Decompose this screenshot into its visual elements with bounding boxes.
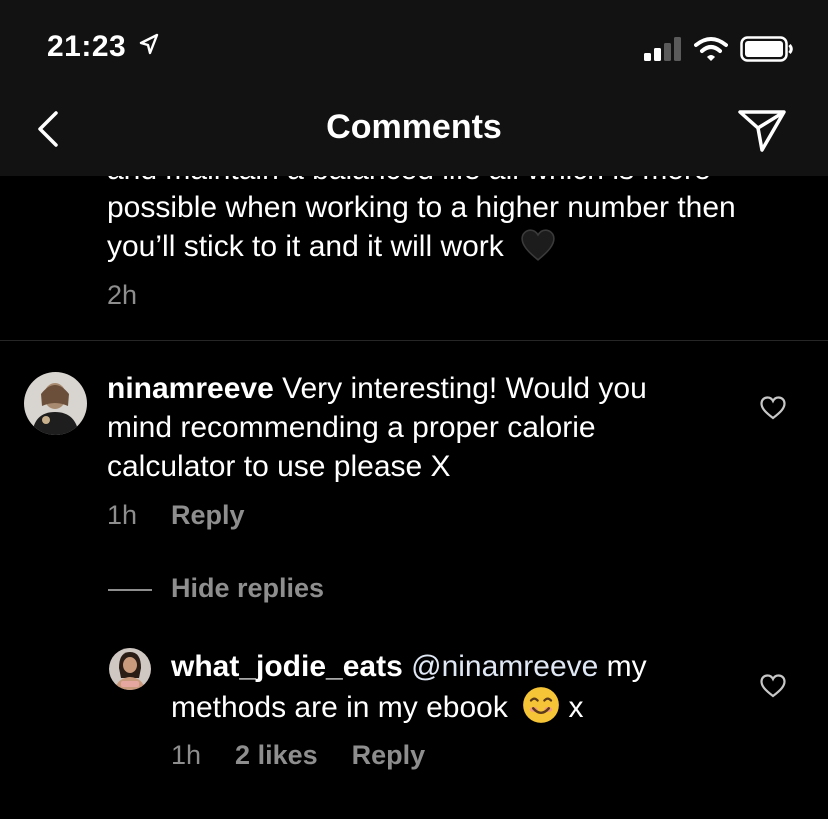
reply-reply-button[interactable]: Reply [352,740,426,771]
send-icon[interactable] [736,104,788,156]
reply-avatar[interactable] [109,648,151,690]
status-icons [644,34,794,64]
reply-line1-wrap: what_jodie_eats @ninamreeve my [171,647,647,686]
reply-line2-wrap: methods are in my ebook x [171,686,647,727]
page-title: Comments [326,108,502,146]
reply-mention-link[interactable]: @ninamreeve [411,650,598,683]
location-arrow-icon [139,33,159,55]
comment-username[interactable]: ninamreeve [107,372,274,405]
previous-comment-body: possible when working to a higher number… [107,188,736,266]
comment-line2: mind recommending a proper calorie [107,411,596,444]
reply-body: what_jodie_eats @ninamreeve my methods a… [171,647,647,727]
like-heart-icon[interactable] [760,396,786,420]
previous-comment-line2: you’ll stick to it and it will work [107,230,504,263]
battery-icon [740,36,793,62]
comment-line3: calculator to use please X [107,450,451,483]
reply-line1-rest: my [606,650,647,683]
avatar[interactable] [24,372,87,435]
previous-comment-line2-wrap: you’ll stick to it and it will work [107,227,736,266]
comment-meta: 1h Reply [107,500,245,531]
comment-reply-button[interactable]: Reply [171,500,245,531]
reply-like-heart-icon[interactable] [760,674,786,698]
comment-body: ninamreeve Very interesting! Would you m… [107,369,647,486]
cellular-signal-icon [644,37,681,61]
status-time-text: 21:23 [47,30,127,63]
hide-replies-line [108,589,152,591]
status-time: 21:23 [47,30,159,64]
reply-time: 1h [171,740,202,770]
top-bar: 21:23 Comments [0,0,828,176]
comment-time: 1h [107,500,138,530]
smiling-face-icon [523,687,560,723]
avatar-image [24,372,87,435]
previous-comment-meta: 2h [107,280,137,311]
black-heart-icon [521,229,555,261]
divider [0,340,828,341]
reply-line2: methods are in my ebook [171,691,508,724]
comment-line1-wrap: ninamreeve Very interesting! Would you [107,369,647,408]
reply-username[interactable]: what_jodie_eats [171,650,403,683]
wifi-icon [694,37,728,61]
previous-comment-line1: possible when working to a higher number… [107,191,736,224]
reply-meta: 1h 2 likes Reply [171,740,425,771]
reply-avatar-image [109,648,151,690]
hide-replies-button[interactable]: Hide replies [171,573,324,604]
reply-line2-end: x [568,691,584,724]
reply-likes-count[interactable]: 2 likes [235,740,318,771]
comment-line1: Very interesting! Would you [282,372,647,405]
previous-comment-time: 2h [107,280,138,310]
